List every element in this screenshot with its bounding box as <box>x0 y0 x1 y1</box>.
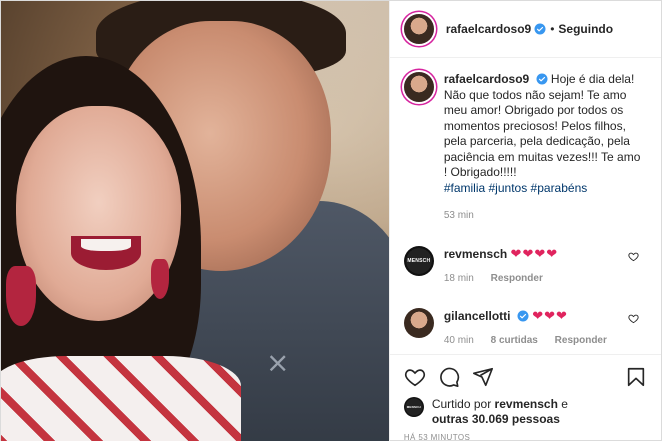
reply-button[interactable]: Responder <box>491 273 543 284</box>
likes-text: Curtido por revmensch e outras 30.069 pe… <box>432 397 568 427</box>
liker-avatar-logo: MENSCH <box>406 404 421 409</box>
verified-icon <box>536 73 548 85</box>
likes-summary: MENSCH Curtido por revmensch e outras 30… <box>403 397 647 427</box>
save-icon[interactable] <box>625 366 647 388</box>
comment-icon[interactable] <box>438 366 460 388</box>
comment-meta: 40 min 8 curtidas Responder <box>444 333 647 348</box>
liker-avatar[interactable]: MENSCH <box>403 397 424 417</box>
post-side-panel: rafaelcardoso9 • Seguindo rafaelcardoso9 <box>388 1 661 441</box>
comment-item: MENSCH revmensch ❤❤❤❤ 18 min Responder <box>403 245 647 286</box>
comment-body: gilancellotti ❤❤❤ 40 min 8 curtidas Resp… <box>444 308 647 348</box>
caption-text: Hoje é dia dela! Não que todos não sejam… <box>443 72 641 179</box>
likes-others[interactable]: outras 30.069 pessoas <box>432 412 560 426</box>
comment-username[interactable]: revmensch <box>444 247 507 261</box>
likes-connector: e <box>561 397 568 411</box>
photo-teeth <box>81 239 131 251</box>
photo-dress <box>1 356 241 441</box>
comment-username[interactable]: gilancellotti <box>444 309 511 323</box>
comment-text: ❤❤❤❤ <box>510 245 559 261</box>
comment-avatar-logo: MENSCH <box>407 257 431 264</box>
post-actions: MENSCH Curtido por revmensch e outras 30… <box>389 354 661 441</box>
comment-like-icon[interactable] <box>628 313 639 324</box>
header-dot: • <box>550 22 555 36</box>
photo-shirt-logo: ⨯ <box>266 347 290 378</box>
like-icon[interactable] <box>404 366 426 388</box>
comment-avatar[interactable]: MENSCH <box>403 245 434 276</box>
instagram-post: ⨯ rafaelcardoso9 • Seguindo rafaelcardos… <box>0 0 662 441</box>
reply-button[interactable]: Responder <box>555 335 607 346</box>
comment-time[interactable]: 40 min <box>444 335 474 346</box>
author-username[interactable]: rafaelcardoso9 <box>446 22 531 36</box>
caption-username[interactable]: rafaelcardoso9 <box>444 72 529 86</box>
caption-avatar[interactable] <box>403 72 434 102</box>
author-avatar[interactable] <box>403 14 434 44</box>
comment-meta: 18 min Responder <box>444 271 647 286</box>
likes-prefix: Curtido por <box>431 397 492 411</box>
action-icons <box>404 363 647 391</box>
comment-avatar[interactable] <box>403 307 434 338</box>
caption-text-block: rafaelcardoso9 Hoje é dia dela! Não que … <box>444 72 647 224</box>
caption-hashtags[interactable]: #familia #juntos #parabéns <box>444 181 587 195</box>
post-photo[interactable]: ⨯ <box>1 1 389 441</box>
comment-item: gilancellotti ❤❤❤ 40 min 8 curtidas Resp… <box>403 307 647 348</box>
post-header: rafaelcardoso9 • Seguindo <box>389 1 661 58</box>
photo-earring-right <box>151 259 169 299</box>
follow-button[interactable]: Seguindo <box>558 22 613 36</box>
liker-username[interactable]: revmensch <box>495 397 558 411</box>
comment-like-icon[interactable] <box>628 251 639 262</box>
photo-earring-left <box>6 266 36 326</box>
comment-likes-count[interactable]: 8 curtidas <box>491 335 538 346</box>
comment-time[interactable]: 18 min <box>444 273 474 284</box>
caption: rafaelcardoso9 Hoje é dia dela! Não que … <box>403 72 647 224</box>
verified-icon <box>517 310 529 321</box>
share-icon[interactable] <box>472 366 494 388</box>
comment-body: revmensch ❤❤❤❤ 18 min Responder <box>444 246 647 286</box>
verified-icon <box>534 23 546 35</box>
post-timestamp[interactable]: HÁ 53 MINUTOS <box>404 433 647 441</box>
comments-section: rafaelcardoso9 Hoje é dia dela! Não que … <box>390 58 661 354</box>
comment-text: ❤❤❤ <box>532 307 568 323</box>
caption-time[interactable]: 53 min <box>444 208 647 224</box>
header-info: rafaelcardoso9 • Seguindo <box>446 22 613 36</box>
